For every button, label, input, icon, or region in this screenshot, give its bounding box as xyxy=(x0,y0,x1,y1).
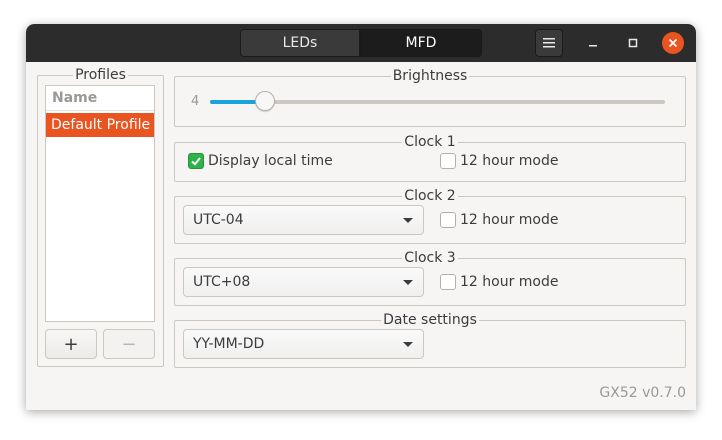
tab-mfd[interactable]: MFD xyxy=(360,29,482,57)
menu-button[interactable] xyxy=(535,29,563,57)
dropdown-arrow-icon xyxy=(403,218,413,223)
profiles-list[interactable]: Name Default Profile xyxy=(45,85,155,322)
clock2-timezone-value: UTC-04 xyxy=(193,212,244,228)
clock1-12-hour-checkbox[interactable] xyxy=(440,153,456,169)
profiles-label: Profiles xyxy=(73,67,128,83)
clock2-12-hour-checkbox[interactable] xyxy=(440,212,456,228)
add-profile-button[interactable]: + xyxy=(45,329,97,359)
brightness-slider[interactable] xyxy=(210,100,665,104)
date-settings-label: Date settings xyxy=(381,312,479,328)
profiles-column-header[interactable]: Name xyxy=(46,86,154,111)
clock2-timezone-select[interactable]: UTC-04 xyxy=(183,205,424,235)
titlebar: LEDs MFD xyxy=(26,24,696,62)
clock1-12-hour-label: 12 hour mode xyxy=(460,153,559,169)
dropdown-arrow-icon xyxy=(403,342,413,347)
profile-item-default[interactable]: Default Profile xyxy=(46,113,154,137)
app-window: LEDs MFD Profiles Name Default Profile +… xyxy=(26,24,696,410)
tab-leds[interactable]: LEDs xyxy=(240,29,360,57)
clock3-12-hour-label: 12 hour mode xyxy=(460,274,559,290)
clock1-label: Clock 1 xyxy=(402,134,458,150)
clock3-label: Clock 3 xyxy=(402,250,458,266)
menu-icon xyxy=(543,38,555,48)
minimize-icon xyxy=(589,45,597,47)
dropdown-arrow-icon xyxy=(403,280,413,285)
date-format-select[interactable]: YY-MM-DD xyxy=(183,329,424,359)
checkmark-icon xyxy=(191,157,201,166)
display-local-time-label: Display local time xyxy=(208,153,333,169)
remove-profile-button[interactable]: − xyxy=(103,329,155,359)
brightness-slider-handle[interactable] xyxy=(255,91,275,111)
clock3-timezone-value: UTC+08 xyxy=(193,274,251,290)
close-button[interactable] xyxy=(662,32,684,54)
brightness-label: Brightness xyxy=(390,68,470,84)
date-format-value: YY-MM-DD xyxy=(193,336,265,352)
close-icon xyxy=(668,38,678,48)
clock3-timezone-select[interactable]: UTC+08 xyxy=(183,267,424,297)
minimize-button[interactable] xyxy=(582,32,604,54)
clock2-label: Clock 2 xyxy=(402,188,458,204)
clock2-12-hour-label: 12 hour mode xyxy=(460,212,559,228)
clock3-12-hour-checkbox[interactable] xyxy=(440,274,456,290)
version-label: GX52 v0.7.0 xyxy=(599,385,686,401)
brightness-value: 4 xyxy=(191,94,200,109)
maximize-button[interactable] xyxy=(622,32,644,54)
display-local-time-checkbox[interactable] xyxy=(188,153,204,169)
maximize-icon xyxy=(628,38,638,48)
